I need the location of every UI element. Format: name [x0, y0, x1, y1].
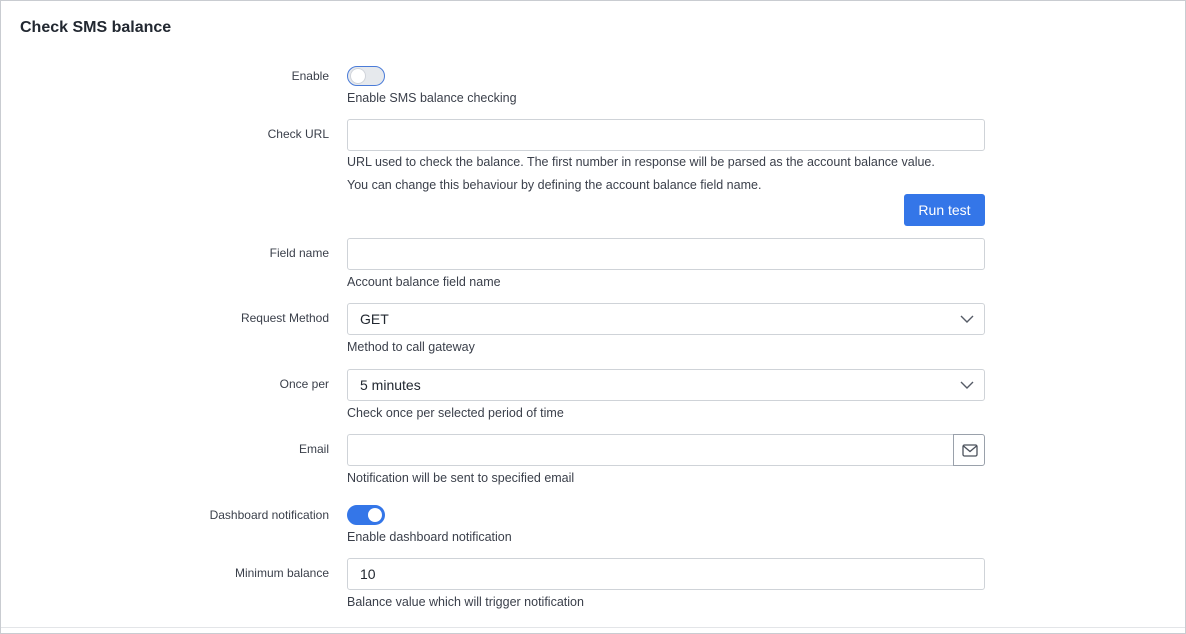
email-input[interactable]	[347, 434, 954, 466]
minimum-balance-help: Balance value which will trigger notific…	[347, 595, 584, 609]
page-title: Check SMS balance	[20, 19, 172, 36]
request-method-label: Request Method	[240, 311, 329, 325]
check-url-help-line2: You can change this behaviour by definin…	[347, 178, 762, 192]
email-field-group	[347, 434, 985, 466]
toggle-knob	[351, 69, 365, 83]
field-name-input[interactable]	[347, 238, 985, 270]
request-method-select[interactable]: GET	[347, 303, 985, 335]
once-per-help: Check once per selected period of time	[347, 406, 564, 420]
once-per-value: 5 minutes	[360, 377, 421, 393]
check-url-help-line1: URL used to check the balance. The first…	[347, 155, 935, 169]
check-url-input[interactable]	[347, 119, 985, 151]
run-test-button[interactable]: Run test	[904, 194, 985, 226]
toggle-knob	[368, 508, 382, 522]
chevron-down-icon	[960, 315, 974, 323]
check-url-label: Check URL	[267, 127, 329, 141]
email-help: Notification will be sent to specified e…	[347, 471, 575, 485]
request-method-value: GET	[360, 311, 389, 327]
settings-card: Check SMS balance Enable Enable SMS bala…	[0, 0, 1186, 634]
field-name-help: Account balance field name	[347, 275, 501, 289]
chevron-down-icon	[960, 381, 974, 389]
enable-toggle[interactable]	[347, 66, 385, 86]
field-name-label: Field name	[269, 246, 329, 260]
once-per-select[interactable]: 5 minutes	[347, 369, 985, 401]
request-method-help: Method to call gateway	[347, 340, 475, 354]
minimum-balance-input[interactable]	[347, 558, 985, 590]
dashboard-notification-help: Enable dashboard notification	[347, 530, 512, 544]
envelope-icon	[962, 444, 978, 457]
email-label: Email	[298, 442, 329, 456]
dashboard-notification-label: Dashboard notification	[209, 508, 329, 522]
enable-label: Enable	[291, 69, 329, 83]
divider	[1, 627, 1185, 628]
enable-help: Enable SMS balance checking	[347, 91, 517, 105]
email-button[interactable]	[953, 434, 985, 466]
once-per-label: Once per	[279, 377, 329, 391]
dashboard-notification-toggle[interactable]	[347, 505, 385, 525]
minimum-balance-label: Minimum balance	[234, 566, 329, 580]
